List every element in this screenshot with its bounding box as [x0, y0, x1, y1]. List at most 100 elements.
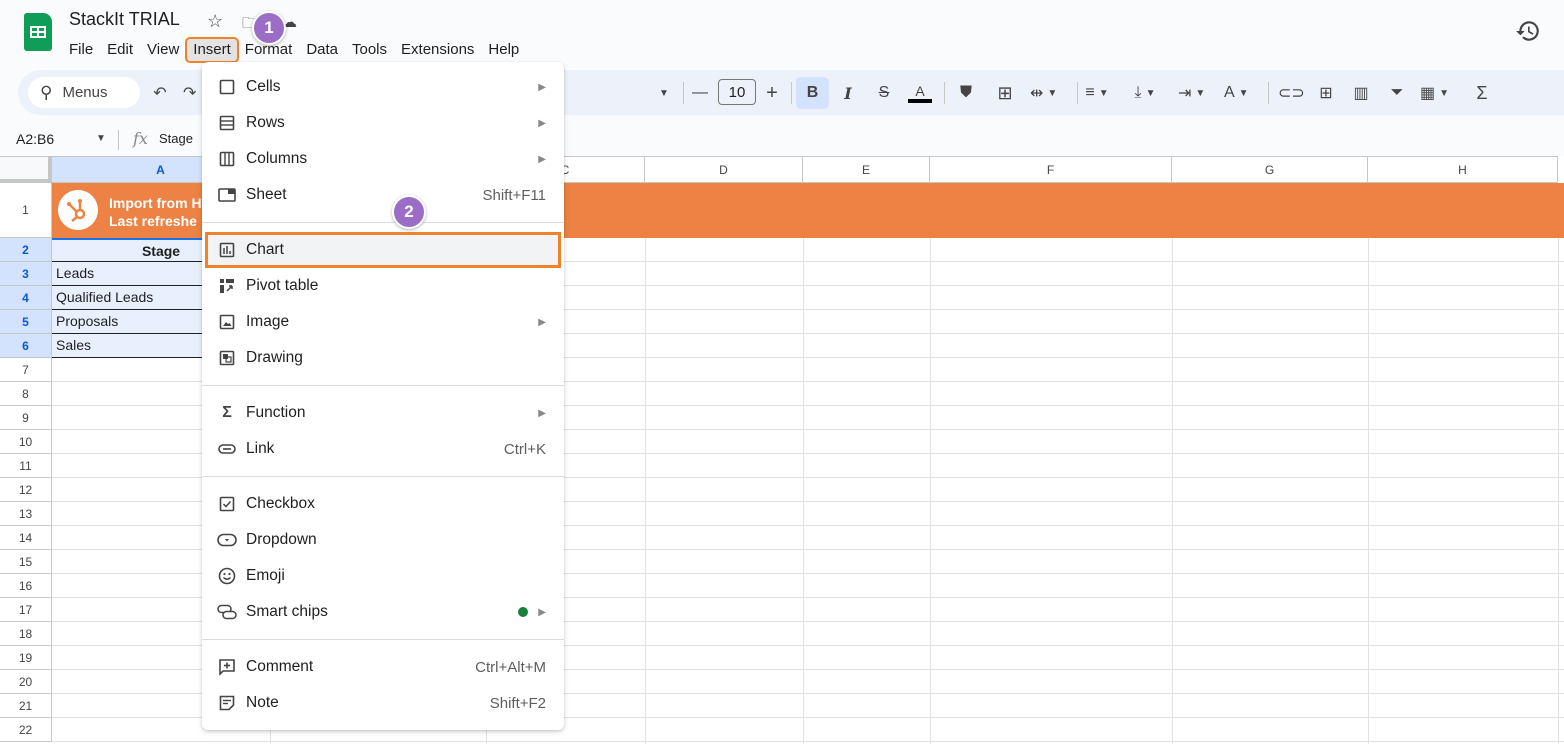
row-header-7[interactable]: 7 — [0, 358, 52, 382]
row-header-5[interactable]: 5 — [0, 310, 52, 334]
menu-item-image[interactable]: Image ▶ — [202, 304, 564, 340]
select-all-corner[interactable] — [0, 156, 52, 183]
column-header-e[interactable]: E — [803, 156, 930, 183]
rows-icon — [217, 113, 237, 133]
column-header-g[interactable]: G — [1172, 156, 1368, 183]
sigma-icon: Σ — [222, 404, 232, 421]
row-header-4[interactable]: 4 — [0, 286, 52, 310]
menu-item-comment[interactable]: Comment Ctrl+Alt+M — [202, 649, 564, 685]
insert-chart-icon[interactable]: ▥ — [1349, 80, 1373, 106]
increase-font-size-button[interactable]: + — [760, 80, 784, 106]
fx-icon: fx — [133, 129, 148, 148]
menu-item-label: Smart chips — [246, 603, 328, 620]
row-header-21[interactable]: 21 — [0, 694, 52, 718]
font-size-input[interactable]: 10 — [718, 79, 756, 105]
bold-button[interactable]: B — [796, 77, 829, 109]
text-rotation-icon[interactable]: A ▼ — [1224, 80, 1249, 106]
menu-item-sheet[interactable]: Sheet Shift+F11 — [202, 177, 564, 213]
menu-item-cells[interactable]: Cells ▶ — [202, 69, 564, 105]
menu-item-label: Sheet — [246, 186, 287, 203]
menu-item-pivot-table[interactable]: Pivot table — [202, 268, 564, 304]
step-1-badge: 1 — [252, 11, 286, 45]
menu-item-function[interactable]: Σ Function ▶ — [202, 395, 564, 431]
menu-view[interactable]: View — [140, 38, 186, 62]
row-header-10[interactable]: 10 — [0, 430, 52, 454]
menu-edit[interactable]: Edit — [100, 38, 140, 62]
row-header-18[interactable]: 18 — [0, 622, 52, 646]
menu-item-link[interactable]: Link Ctrl+K — [202, 431, 564, 467]
row-header-19[interactable]: 19 — [0, 646, 52, 670]
menu-data[interactable]: Data — [299, 38, 345, 62]
row-header-8[interactable]: 8 — [0, 382, 52, 406]
fill-color-icon[interactable]: ⛊ — [954, 80, 978, 106]
decrease-font-size-button[interactable]: — — [688, 80, 712, 106]
menu-item-label: Link — [246, 440, 275, 457]
column-header-h[interactable]: H — [1368, 156, 1558, 183]
version-history-icon[interactable] — [1515, 18, 1541, 44]
row-header-22[interactable]: 22 — [0, 718, 52, 742]
menu-item-label: Cells — [246, 78, 281, 95]
insert-comment-icon[interactable]: ⊞ — [1314, 80, 1338, 106]
filter-icon[interactable]: ⏷ — [1385, 80, 1409, 106]
italic-button[interactable]: I — [836, 80, 860, 106]
row-header-20[interactable]: 20 — [0, 670, 52, 694]
column-header-f[interactable]: F — [930, 156, 1172, 183]
name-box[interactable]: A2:B6 — [16, 131, 54, 147]
row-header-15[interactable]: 15 — [0, 550, 52, 574]
toolbar-divider — [1268, 82, 1269, 104]
horizontal-align-icon[interactable]: ≡ ▼ — [1085, 80, 1109, 106]
menu-item-columns[interactable]: Columns ▶ — [202, 141, 564, 177]
undo-icon[interactable]: ↶ — [148, 80, 172, 106]
menu-item-rows[interactable]: Rows ▶ — [202, 105, 564, 141]
font-dropdown-caret[interactable]: ▼ — [652, 80, 676, 106]
name-box-dropdown-icon[interactable]: ▼ — [96, 133, 106, 144]
menu-file[interactable]: File — [62, 38, 100, 62]
menu-item-chart[interactable]: Chart — [205, 232, 561, 268]
menu-item-dropdown[interactable]: Dropdown — [202, 522, 564, 558]
columns-icon — [217, 149, 237, 169]
menu-separator — [202, 476, 564, 477]
row-header-17[interactable]: 17 — [0, 598, 52, 622]
row-header-1[interactable]: 1 — [0, 183, 52, 238]
menu-item-checkbox[interactable]: Checkbox — [202, 486, 564, 522]
row-header-12[interactable]: 12 — [0, 478, 52, 502]
text-color-button[interactable]: A — [908, 80, 932, 106]
filter-views-icon[interactable]: ▦ ▼ — [1420, 80, 1449, 106]
menu-tools[interactable]: Tools — [345, 38, 394, 62]
vertical-align-icon[interactable]: ⤓ ▼ — [1133, 80, 1157, 106]
formula-bar-divider — [118, 130, 119, 150]
insert-link-icon[interactable]: ⊂⊃ — [1278, 80, 1305, 106]
shortcut-label: Shift+F2 — [489, 694, 546, 712]
menu-item-drawing[interactable]: Drawing — [202, 340, 564, 376]
menu-help[interactable]: Help — [481, 38, 526, 62]
row-header-13[interactable]: 13 — [0, 502, 52, 526]
row-header-2[interactable]: 2 — [0, 238, 52, 262]
row-header-6[interactable]: 6 — [0, 334, 52, 358]
sheets-logo[interactable] — [24, 13, 52, 51]
borders-icon[interactable]: ⊞ — [993, 80, 1017, 106]
menu-item-label: Dropdown — [246, 531, 317, 548]
functions-icon[interactable]: Σ — [1470, 80, 1494, 106]
row-header-14[interactable]: 14 — [0, 526, 52, 550]
menu-insert[interactable]: Insert — [185, 37, 239, 63]
row-header-11[interactable]: 11 — [0, 454, 52, 478]
row-header-9[interactable]: 9 — [0, 406, 52, 430]
document-title[interactable]: StackIt TRIAL — [69, 9, 180, 30]
toolbar-divider — [683, 82, 684, 104]
merge-cells-icon[interactable]: ⇹ ▼ — [1030, 80, 1057, 106]
shortcut-label: Ctrl+K — [503, 440, 546, 458]
row-header-16[interactable]: 16 — [0, 574, 52, 598]
menu-item-smart-chips[interactable]: Smart chips ▶ — [202, 594, 564, 630]
row-header-3[interactable]: 3 — [0, 262, 52, 286]
search-menus-button[interactable]: ⚲ Menus — [28, 77, 140, 108]
strikethrough-button[interactable]: S — [872, 80, 896, 106]
formula-input[interactable]: Stage — [159, 131, 193, 146]
smart-chips-icon — [217, 602, 237, 622]
text-wrapping-icon[interactable]: ⇥ ▼ — [1178, 80, 1205, 106]
submenu-arrow-icon: ▶ — [538, 316, 546, 328]
menu-item-emoji[interactable]: Emoji — [202, 558, 564, 594]
star-icon[interactable]: ☆ — [207, 11, 223, 32]
menu-item-note[interactable]: Note Shift+F2 — [202, 685, 564, 721]
column-header-d[interactable]: D — [645, 156, 803, 183]
menu-extensions[interactable]: Extensions — [394, 38, 481, 62]
